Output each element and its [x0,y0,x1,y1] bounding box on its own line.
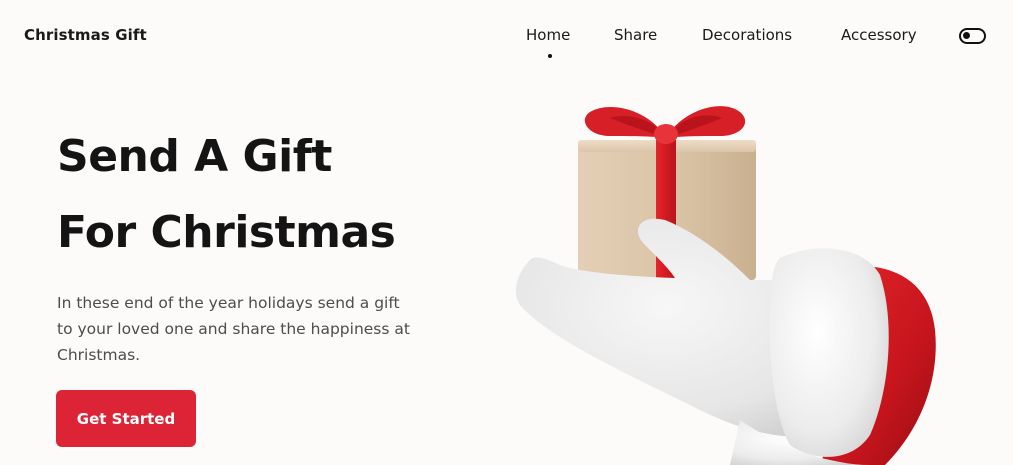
hero-title-line-2: For Christmas [57,207,396,258]
hero-title-line-1: Send A Gift [57,131,332,182]
santa-hand-gift-image [515,106,936,465]
nav-decorations[interactable]: Decorations [702,26,792,44]
active-nav-indicator [548,54,552,58]
header: Christmas Gift Home Share Decorations Ac… [0,0,1013,72]
theme-toggle-icon[interactable] [959,28,986,44]
logo[interactable]: Christmas Gift [24,26,147,44]
page: Christmas Gift Home Share Decorations Ac… [0,0,1013,465]
hero-description: In these end of the year holidays send a… [57,294,410,364]
nav-accessory[interactable]: Accessory [841,26,917,44]
nav-share[interactable]: Share [614,26,657,44]
toggle-knob [963,32,970,39]
get-started-button[interactable]: Get Started [56,390,196,447]
nav-home[interactable]: Home [526,26,570,44]
